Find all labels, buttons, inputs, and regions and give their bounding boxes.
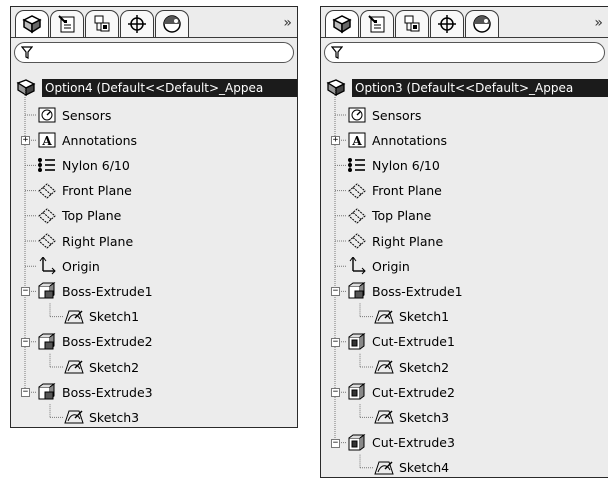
tree-item-label: Sketch4 (399, 460, 450, 476)
plane-icon (346, 181, 368, 201)
tree-item-right-plane[interactable]: Right Plane (36, 231, 133, 251)
tree-item-front-plane[interactable]: Front Plane (346, 181, 442, 201)
expand-toggle[interactable]: + (331, 136, 340, 146)
tree-item-top-plane[interactable]: Top Plane (36, 206, 121, 226)
tree-item-label: Sketch3 (399, 409, 450, 425)
plane-icon (36, 231, 58, 251)
sketch-icon (373, 458, 395, 478)
collapse-toggle[interactable]: − (331, 337, 340, 347)
origin-icon (36, 256, 58, 276)
tree-item-sketch3[interactable]: Sketch3 (63, 407, 139, 427)
sensors-icon (36, 105, 58, 125)
tree-item-label: Sketch1 (89, 309, 140, 325)
sketch-icon (373, 307, 395, 327)
expand-toggle[interactable]: + (21, 136, 30, 146)
sketch-icon (63, 357, 85, 377)
tree-item-label: Right Plane (62, 233, 134, 249)
tree-item-sketch3[interactable]: Sketch3 (373, 407, 449, 427)
svg-text:A: A (41, 134, 52, 148)
cut-extrude-icon (346, 332, 368, 352)
tree-item-top-plane[interactable]: Top Plane (346, 206, 431, 226)
boss-extrude-icon (36, 382, 58, 402)
tree-item-annotations[interactable]: A Annotations (346, 130, 447, 150)
tree-item-label: Nylon 6/10 (372, 157, 440, 173)
tree-item-label: Sketch2 (89, 359, 140, 375)
tree-item-label: Right Plane (372, 233, 444, 249)
svg-text:A: A (351, 134, 362, 148)
tree-item-label: Front Plane (372, 183, 442, 199)
feature-manager-panel-left: » Option4 (Default<<Default>_Appea Senso… (10, 6, 298, 428)
tree-item-sketch2[interactable]: Sketch2 (63, 357, 139, 377)
cut-extrude-icon (346, 382, 368, 402)
tree-item-origin[interactable]: Origin (36, 256, 100, 276)
tree-item-sketch1[interactable]: Sketch1 (63, 307, 139, 327)
plane-icon (36, 206, 58, 226)
tree-item-sketch4[interactable]: Sketch4 (373, 458, 449, 478)
boss-extrude-icon (36, 281, 58, 301)
plane-icon (36, 181, 58, 201)
collapse-toggle[interactable]: − (21, 287, 30, 297)
collapse-toggle[interactable]: − (21, 337, 30, 347)
tree-item-origin[interactable]: Origin (346, 256, 410, 276)
tree-item-front-plane[interactable]: Front Plane (36, 181, 132, 201)
tree-item-cut-extrude2[interactable]: Cut-Extrude2 (346, 382, 455, 402)
tree-item-boss-extrude2[interactable]: Boss-Extrude2 (36, 332, 153, 352)
tree-item-label: Nylon 6/10 (62, 157, 130, 173)
tree-item-label: Boss-Extrude3 (62, 384, 153, 400)
tree-item-label: Cut-Extrude2 (372, 384, 455, 400)
tree-item-cut-extrude3[interactable]: Cut-Extrude3 (346, 433, 455, 453)
tree-item-label: Sketch3 (89, 409, 140, 425)
material-icon (36, 155, 58, 175)
tree-item-boss-extrude3[interactable]: Boss-Extrude3 (36, 382, 153, 402)
tree-item-cut-extrude1[interactable]: Cut-Extrude1 (346, 332, 455, 352)
sketch-icon (373, 357, 395, 377)
feature-manager-panel-right: » Option3 (Default<<Default>_Appea Senso… (320, 6, 608, 478)
tree-item-sensors[interactable]: Sensors (36, 105, 111, 125)
sketch-icon (63, 407, 85, 427)
tree-item-sketch1[interactable]: Sketch1 (373, 307, 449, 327)
tree-item-label: Boss-Extrude2 (62, 334, 153, 350)
annotations-icon: A (346, 130, 368, 150)
collapse-toggle[interactable]: − (21, 388, 30, 398)
sketch-icon (373, 407, 395, 427)
tree-item-boss-extrude1[interactable]: Boss-Extrude1 (36, 281, 153, 301)
tree-item-label: Origin (372, 258, 410, 274)
tree-item-annotations[interactable]: A Annotations (36, 130, 137, 150)
collapse-toggle[interactable]: − (331, 438, 340, 448)
tree-item-boss-extrude1[interactable]: Boss-Extrude1 (346, 281, 463, 301)
tree-item-label: Top Plane (62, 208, 122, 224)
tree-item-label: Sensors (372, 107, 422, 123)
tree-item-label: Annotations (62, 132, 138, 148)
origin-icon (346, 256, 368, 276)
tree-item-sketch2[interactable]: Sketch2 (373, 357, 449, 377)
plane-icon (346, 206, 368, 226)
tree-item-label: Annotations (372, 132, 448, 148)
collapse-toggle[interactable]: − (331, 388, 340, 398)
boss-extrude-icon (36, 332, 58, 352)
boss-extrude-icon (346, 281, 368, 301)
tree-item-label: Cut-Extrude1 (372, 334, 455, 350)
sensors-icon (346, 105, 368, 125)
tree-item-nylon-6-10[interactable]: Nylon 6/10 (346, 155, 440, 175)
tree-item-nylon-6-10[interactable]: Nylon 6/10 (36, 155, 130, 175)
tree-item-right-plane[interactable]: Right Plane (346, 231, 443, 251)
tree-item-label: Top Plane (372, 208, 432, 224)
tree-item-label: Front Plane (62, 183, 132, 199)
cut-extrude-icon (346, 433, 368, 453)
tree-item-label: Sketch1 (399, 309, 450, 325)
tree-item-label: Cut-Extrude3 (372, 435, 455, 451)
tree-item-label: Sensors (62, 107, 112, 123)
material-icon (346, 155, 368, 175)
annotations-icon: A (36, 130, 58, 150)
tree-item-sensors[interactable]: Sensors (346, 105, 421, 125)
tree-item-label: Origin (62, 258, 100, 274)
sketch-icon (63, 307, 85, 327)
tree-item-label: Sketch2 (399, 359, 450, 375)
tree-item-label: Boss-Extrude1 (372, 283, 463, 299)
collapse-toggle[interactable]: − (331, 287, 340, 297)
plane-icon (346, 231, 368, 251)
tree-item-label: Boss-Extrude1 (62, 283, 153, 299)
